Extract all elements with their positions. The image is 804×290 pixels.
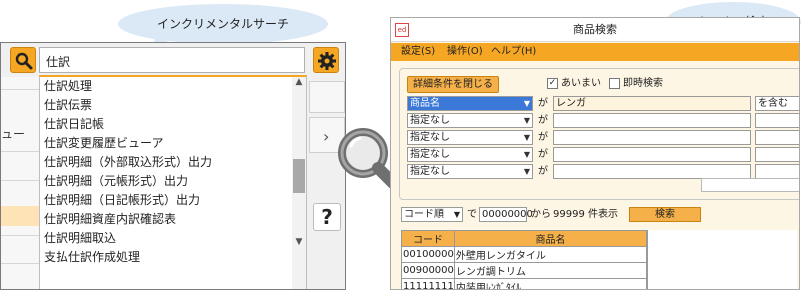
help-button[interactable]: ? [313, 203, 341, 231]
row-divider [1, 151, 39, 152]
condition-mode-select[interactable] [755, 130, 799, 145]
cell-name: 外壁用レンガタイル [453, 246, 648, 263]
results-table: コード 商品名 00100000 外壁用レンガタイル 00900000 レンガ調… [401, 230, 648, 289]
close-details-button[interactable]: 詳細条件を閉じる [407, 76, 499, 93]
chevron-down-icon: ▼ [523, 150, 530, 159]
condition-field-select[interactable]: 指定なし ▼ [407, 113, 533, 128]
scrollbar-thumb[interactable] [293, 159, 305, 193]
condition-mode-select[interactable] [755, 113, 799, 128]
suggestion-item[interactable]: 仕訳明細取込 [44, 229, 116, 248]
start-code-input[interactable]: 00000000 [479, 207, 533, 222]
row-divider [1, 180, 39, 181]
condition-particle: が [538, 98, 548, 109]
callout-incremental-search: インクリメンタルサーチ [118, 4, 328, 44]
condition-field-select[interactable]: 指定なし ▼ [407, 147, 533, 162]
condition-particle: が [538, 115, 548, 126]
condition-value-input[interactable] [553, 113, 751, 128]
table-row[interactable]: 11111111 内装用ﾚﾝｶﾞﾀｲﾙ [401, 278, 648, 289]
instant-search-checkbox[interactable] [609, 78, 620, 89]
cell-code: 11111111 [401, 278, 455, 289]
cell-name: レンガ調トリム [453, 262, 648, 279]
row-divider [1, 263, 39, 264]
condition-mode-select[interactable] [755, 147, 799, 162]
condition-mode-select[interactable]: を含む [755, 96, 799, 111]
cell-code: 00900000 [401, 262, 455, 279]
dropdown-scrollbar[interactable]: ▲ ▼ [292, 77, 306, 289]
condition-value-input[interactable] [553, 164, 751, 179]
condition-field-value: 指定なし [410, 132, 450, 143]
scroll-down-icon[interactable]: ▼ [293, 237, 305, 247]
condition-field-select[interactable]: 商品名 ▼ [407, 96, 533, 111]
suggestion-dropdown: 仕訳処理 仕訳伝票 仕訳日記帳 仕訳変更履歴ビューア 仕訳明細（外部取込形式）出… [39, 75, 307, 289]
suggestion-item[interactable]: 仕訳明細（日記帳形式）出力 [44, 191, 200, 210]
menu-operations[interactable]: 操作(O) [447, 43, 483, 61]
chevron-down-icon: ▼ [523, 99, 530, 108]
condition-field-value: 指定なし [410, 115, 450, 126]
chevron-down-icon: ▼ [523, 133, 530, 142]
table-header-row: コード 商品名 [401, 230, 648, 247]
suggestion-item[interactable]: 仕訳明細（外部取込形式）出力 [44, 153, 212, 172]
column-header-name[interactable]: 商品名 [453, 230, 648, 247]
condition-particle: が [538, 149, 548, 160]
settings-button[interactable] [313, 47, 339, 73]
from-text: から [531, 209, 551, 220]
search-icon [15, 52, 33, 70]
window-title: 商品検索 [573, 23, 617, 36]
title-bar: ed 商品検索 [391, 18, 799, 42]
cell-code: 00100000 [401, 246, 455, 263]
condition-field-value: 指定なし [410, 149, 450, 160]
condition-field-select[interactable]: 指定なし ▼ [407, 164, 533, 179]
gear-icon [318, 52, 336, 70]
sort-suffix-text: で [467, 209, 477, 220]
menu-help[interactable]: ヘルプ(H) [491, 43, 536, 61]
suggestion-item[interactable]: 仕訳日記帳 [44, 115, 104, 134]
suggestion-item[interactable]: 仕訳伝票 [44, 96, 92, 115]
row-divider [1, 89, 39, 90]
suggestion-item[interactable]: 支払仕訳作成処理 [44, 248, 140, 267]
menu-settings[interactable]: 設定(S) [401, 43, 435, 61]
instant-search-label: 即時検索 [623, 78, 663, 89]
selected-row-highlight [1, 206, 39, 226]
condition-particle: が [538, 166, 548, 177]
condition-value-input[interactable] [553, 130, 751, 145]
table-row[interactable]: 00900000 レンガ調トリム [401, 262, 648, 279]
background-tile [309, 81, 345, 113]
result-count-text: 99999 件表示 [553, 209, 618, 220]
condition-particle: が [538, 132, 548, 143]
chevron-right-icon: › [323, 127, 330, 146]
chevron-down-icon: ▼ [523, 116, 530, 125]
fuzzy-checkbox-label: あいまい [561, 78, 601, 89]
row-divider [1, 235, 39, 236]
sort-order-value: コード順 [404, 209, 444, 220]
condition-value-input[interactable] [553, 147, 751, 162]
search-input[interactable]: 仕訳 [39, 47, 305, 73]
suggestion-item[interactable]: 仕訳変更履歴ビューア [44, 134, 164, 153]
condition-field-value: 指定なし [410, 166, 450, 177]
condition-field-value: 商品名 [410, 98, 440, 109]
search-button[interactable] [10, 47, 36, 73]
fuzzy-checkbox[interactable]: ✓ [547, 78, 558, 89]
suggestion-item[interactable]: 仕訳明細（元帳形式）出力 [44, 172, 188, 191]
column-header-code[interactable]: コード [401, 230, 455, 247]
search-button[interactable]: 検索 [629, 207, 701, 222]
menu-bar: 設定(S) 操作(O) ヘルプ(H) [391, 43, 799, 61]
product-search-window: ed 商品検索 設定(S) 操作(O) ヘルプ(H) 詳細条件を閉じる ✓ あい… [390, 17, 800, 290]
chevron-down-icon: ▼ [453, 210, 460, 219]
table-row[interactable]: 00100000 外壁用レンガタイル [401, 246, 648, 263]
incremental-search-panel: 仕訳 ュー › ? 仕訳処理 仕訳伝票 仕訳日記帳 仕訳変更履歴ビューア 仕訳明… [0, 42, 346, 290]
results-empty-area [647, 230, 797, 289]
condition-field-select[interactable]: 指定なし ▼ [407, 130, 533, 145]
sort-order-select[interactable]: コード順 ▼ [401, 207, 463, 222]
background-menu-column: ュー [1, 77, 39, 289]
suggestion-item[interactable]: 仕訳明細資産内訳確認表 [44, 210, 176, 229]
extra-condition-field[interactable] [701, 178, 799, 192]
scroll-up-icon[interactable]: ▲ [293, 77, 305, 87]
suggestion-item[interactable]: 仕訳処理 [44, 77, 92, 96]
chevron-down-icon: ▼ [523, 167, 530, 176]
cell-name: 内装用ﾚﾝｶﾞﾀｲﾙ [453, 278, 648, 289]
background-menu-text: ュー [1, 127, 26, 141]
condition-value-input[interactable]: レンガ [553, 96, 751, 111]
condition-mode-select[interactable] [755, 164, 799, 179]
